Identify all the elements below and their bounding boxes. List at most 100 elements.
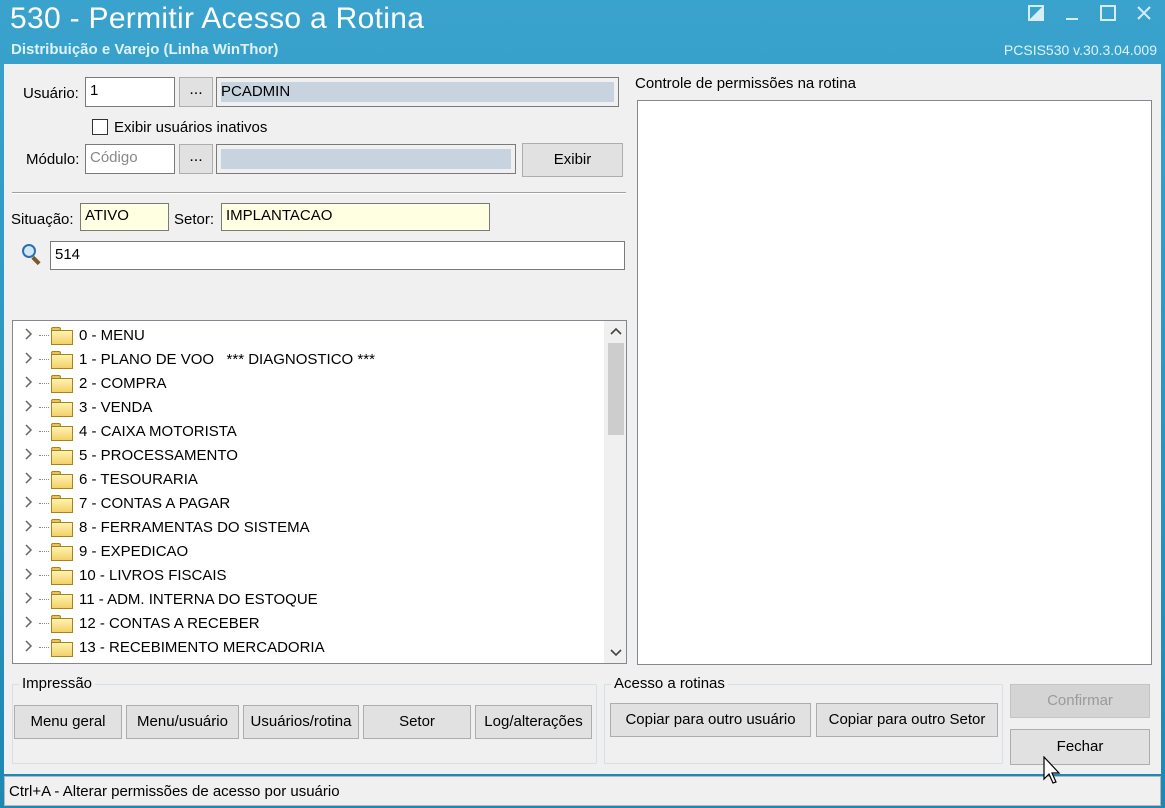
chevron-right-icon[interactable] (19, 664, 39, 665)
tree-item[interactable]: 14 - FATURAMENTO (13, 659, 221, 664)
tree-item-label: 11 - ADM. INTERNA DO ESTOQUE (79, 590, 318, 608)
tree-item[interactable]: 8 - FERRAMENTAS DO SISTEMA (13, 515, 310, 539)
folder-icon (51, 591, 73, 609)
app-window: 530 - Permitir Acesso a Rotina Distribui… (0, 0, 1165, 808)
chevron-right-icon[interactable] (19, 471, 39, 487)
inativos-checkbox[interactable] (92, 119, 108, 135)
tree-connector (39, 598, 49, 600)
tree-item[interactable]: 3 - VENDA (13, 395, 152, 419)
tree-item-label: 6 - TESOURARIA (79, 470, 198, 488)
tree-item-label: 13 - RECEBIMENTO MERCADORIA (79, 638, 325, 656)
modulo-name-value (221, 149, 511, 169)
tree-item-label: 5 - PROCESSAMENTO (79, 446, 238, 464)
chevron-right-icon[interactable] (19, 519, 39, 535)
tree-item[interactable]: 1 - PLANO DE VOO *** DIAGNOSTICO *** (13, 347, 375, 371)
window-subtitle: Distribuição e Varejo (Linha WinThor) (11, 41, 279, 58)
tree-item[interactable]: 4 - CAIXA MOTORISTA (13, 419, 237, 443)
folder-icon (51, 327, 73, 345)
chevron-right-icon[interactable] (19, 591, 39, 607)
tree-item[interactable]: 0 - MENU (13, 323, 145, 347)
folder-icon (51, 375, 73, 393)
scroll-up-icon[interactable] (605, 321, 626, 341)
tree-item[interactable]: 6 - TESOURARIA (13, 467, 198, 491)
tree-connector (39, 334, 49, 336)
chevron-right-icon[interactable] (19, 495, 39, 511)
folder-icon (51, 399, 73, 417)
scroll-down-icon[interactable] (605, 643, 626, 663)
usuario-lookup-button[interactable]: ... (179, 77, 213, 107)
chevron-right-icon[interactable] (19, 567, 39, 583)
tree-item[interactable]: 9 - EXPEDICAO (13, 539, 188, 563)
maximize-icon[interactable] (1095, 4, 1121, 26)
tree-connector (39, 502, 49, 504)
status-bar: Ctrl+A - Alterar permissões de acesso po… (4, 776, 1161, 806)
modulo-name-field (216, 144, 516, 174)
chevron-right-icon[interactable] (19, 375, 39, 391)
window-controls (1023, 4, 1157, 26)
tree-connector (39, 382, 49, 384)
chevron-right-icon[interactable] (19, 327, 39, 343)
modulo-code-input[interactable]: Código (85, 144, 175, 174)
chevron-right-icon[interactable] (19, 615, 39, 631)
menu-tree[interactable]: 0 - MENU 1 - PLANO DE VOO *** DIAGNOSTICO… (12, 320, 627, 664)
tree-connector (39, 406, 49, 408)
setor-label: Setor: (174, 211, 215, 228)
log-alteracoes-button[interactable]: Log/alterações (475, 705, 592, 739)
minimize-icon[interactable] (1059, 4, 1085, 26)
copy-to-setor-button[interactable]: Copiar para outro Setor (816, 703, 998, 737)
folder-icon (51, 351, 73, 369)
usuario-code-input[interactable]: 1 (85, 77, 175, 107)
impressao-title: Impressão (19, 675, 96, 692)
situacao-field: ATIVO (80, 203, 169, 231)
search-input[interactable]: 514 (50, 241, 625, 270)
tree-item-label: 0 - MENU (79, 326, 145, 344)
tree-item[interactable]: 13 - RECEBIMENTO MERCADORIA (13, 635, 325, 659)
chevron-right-icon[interactable] (19, 399, 39, 415)
version-label: PCSIS530 v.30.3.04.009 (1003, 42, 1157, 58)
tree-scrollbar[interactable] (604, 321, 626, 663)
chevron-right-icon[interactable] (19, 423, 39, 439)
tree-item-label: 14 - FATURAMENTO (79, 663, 221, 664)
modulo-lookup-button[interactable]: ... (179, 144, 213, 174)
permissions-panel[interactable] (637, 100, 1152, 665)
tree-item[interactable]: 2 - COMPRA (13, 371, 167, 395)
chevron-right-icon[interactable] (19, 639, 39, 655)
close-icon[interactable] (1131, 4, 1157, 26)
tree-item-label: 9 - EXPEDICAO (79, 542, 189, 560)
client-area: Usuário: 1 ... PCADMIN Exibir usuários i… (4, 64, 1161, 774)
menu-geral-button[interactable]: Menu geral (14, 705, 122, 739)
fechar-button[interactable]: Fechar (1010, 729, 1150, 765)
permissions-title: Controle de permissões na rotina (635, 75, 856, 92)
tree-item-label: 1 - PLANO DE VOO *** DIAGNOSTICO *** (79, 350, 375, 368)
copy-to-user-button[interactable]: Copiar para outro usuário (610, 703, 811, 737)
confirmar-button[interactable]: Confirmar (1010, 684, 1150, 718)
folder-icon (51, 639, 73, 657)
title-bar[interactable]: 530 - Permitir Acesso a Rotina Distribui… (0, 0, 1165, 62)
usuarios-rotina-button[interactable]: Usuários/rotina (243, 705, 359, 739)
tree-item-label: 10 - LIVROS FISCAIS (79, 566, 227, 584)
tree-item[interactable]: 12 - CONTAS A RECEBER (13, 611, 260, 635)
tree-item-label: 12 - CONTAS A RECEBER (79, 614, 260, 632)
tree-item[interactable]: 5 - PROCESSAMENTO (13, 443, 238, 467)
minimize-restore-icon[interactable] (1023, 4, 1049, 26)
folder-icon (51, 471, 73, 489)
tree-item[interactable]: 7 - CONTAS A PAGAR (13, 491, 230, 515)
usuario-name-value: PCADMIN (221, 82, 614, 102)
chevron-right-icon[interactable] (19, 543, 39, 559)
exibir-button[interactable]: Exibir (522, 143, 623, 177)
status-text: Ctrl+A - Alterar permissões de acesso po… (9, 783, 340, 800)
scrollbar-thumb[interactable] (608, 343, 624, 435)
tree-item-label: 2 - COMPRA (79, 374, 167, 392)
folder-icon (51, 423, 73, 441)
menu-usuario-button[interactable]: Menu/usuário (126, 705, 239, 739)
tree-connector (39, 454, 49, 456)
tree-connector (39, 646, 49, 648)
situacao-label: Situação: (11, 211, 74, 228)
chevron-right-icon[interactable] (19, 351, 39, 367)
setor-button[interactable]: Setor (363, 705, 471, 739)
tree-item[interactable]: 11 - ADM. INTERNA DO ESTOQUE (13, 587, 318, 611)
divider (12, 192, 626, 194)
usuario-name-field: PCADMIN (216, 77, 619, 107)
chevron-right-icon[interactable] (19, 447, 39, 463)
tree-item[interactable]: 10 - LIVROS FISCAIS (13, 563, 227, 587)
